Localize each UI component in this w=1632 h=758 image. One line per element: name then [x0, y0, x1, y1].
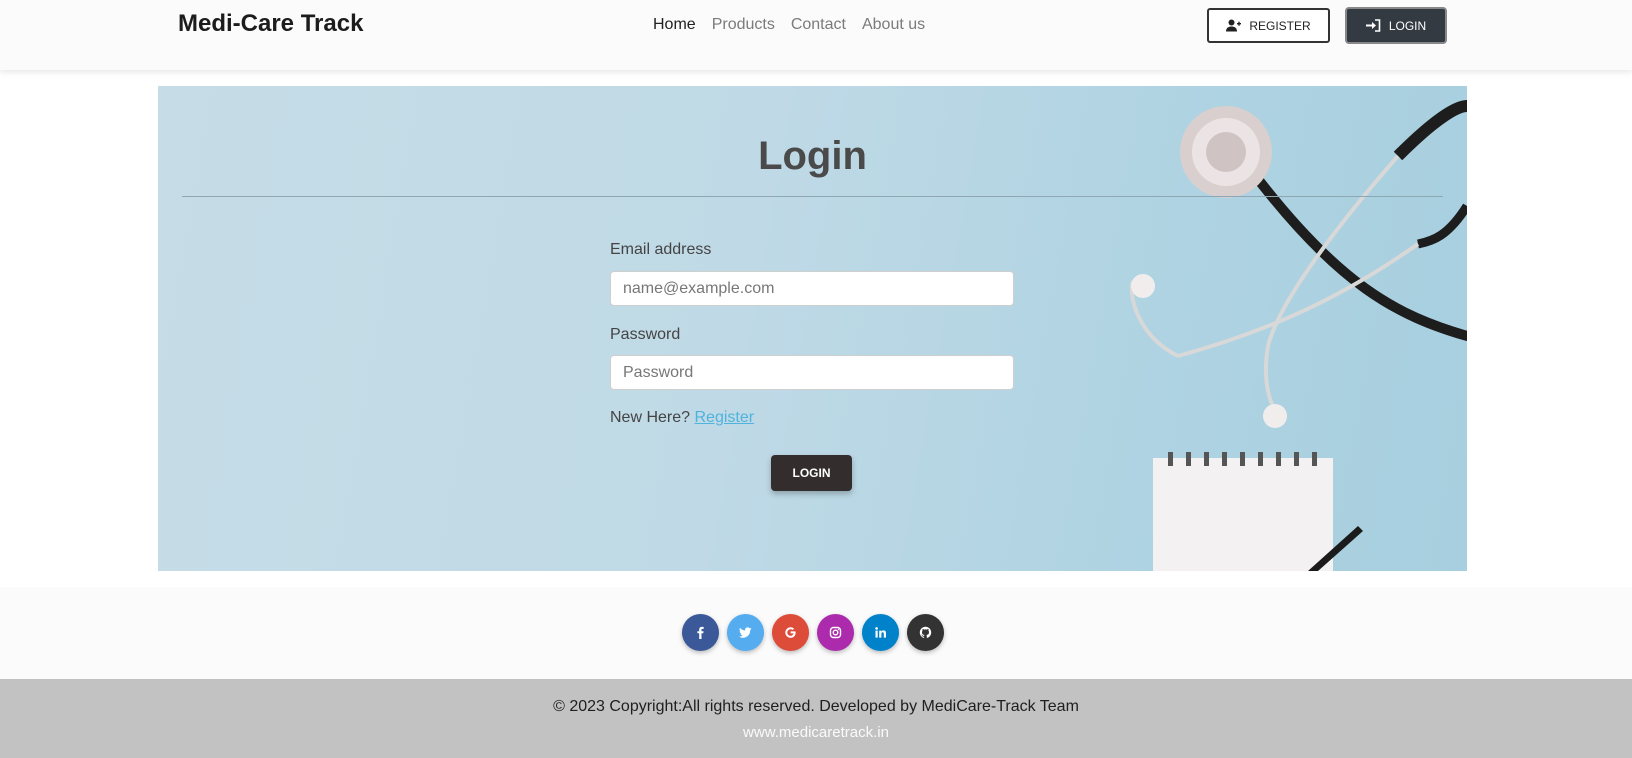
- login-nav-button-label: LOGIN: [1388, 18, 1427, 33]
- nav-link-home[interactable]: Home: [653, 16, 696, 34]
- github-icon[interactable]: [907, 614, 944, 651]
- login-submit-button[interactable]: LOGIN: [771, 455, 852, 491]
- user-plus-icon: [1226, 19, 1242, 32]
- linkedin-icon[interactable]: [862, 614, 899, 651]
- navbar: Medi-Care Track Home Products Contact Ab…: [0, 0, 1632, 70]
- new-here-text: New Here?: [610, 409, 691, 426]
- password-input[interactable]: [610, 355, 1014, 390]
- register-button-label: REGISTER: [1249, 18, 1311, 33]
- facebook-icon[interactable]: [682, 614, 719, 651]
- nav-link-about-us[interactable]: About us: [862, 16, 925, 34]
- page-title: Login: [758, 134, 867, 178]
- website-link[interactable]: www.medicaretrack.in: [0, 724, 1632, 741]
- new-here-row: New Here? Register: [610, 409, 754, 427]
- brand-logo-text[interactable]: Medi-Care Track: [178, 10, 363, 38]
- register-link[interactable]: Register: [694, 409, 754, 426]
- login-nav-button[interactable]: LOGIN: [1345, 7, 1447, 44]
- login-hero: Login Email address Password New Here? R…: [158, 86, 1467, 571]
- instagram-icon[interactable]: [817, 614, 854, 651]
- nav-links: Home Products Contact About us: [653, 16, 925, 34]
- copyright-text: © 2023 Copyright:All rights reserved. De…: [553, 698, 1079, 715]
- sign-in-icon: [1365, 19, 1381, 32]
- email-input[interactable]: [610, 271, 1014, 306]
- register-button[interactable]: REGISTER: [1207, 8, 1330, 43]
- footer-copyright-band: © 2023 Copyright:All rights reserved. De…: [0, 679, 1632, 758]
- google-icon[interactable]: [772, 614, 809, 651]
- twitter-icon[interactable]: [727, 614, 764, 651]
- nav-link-contact[interactable]: Contact: [791, 16, 846, 34]
- nav-link-products[interactable]: Products: [712, 16, 775, 34]
- password-label: Password: [610, 326, 681, 343]
- email-label: Email address: [610, 241, 712, 258]
- footer-social-band: [0, 587, 1632, 679]
- title-divider: [182, 196, 1443, 197]
- social-icons-row: [682, 614, 944, 651]
